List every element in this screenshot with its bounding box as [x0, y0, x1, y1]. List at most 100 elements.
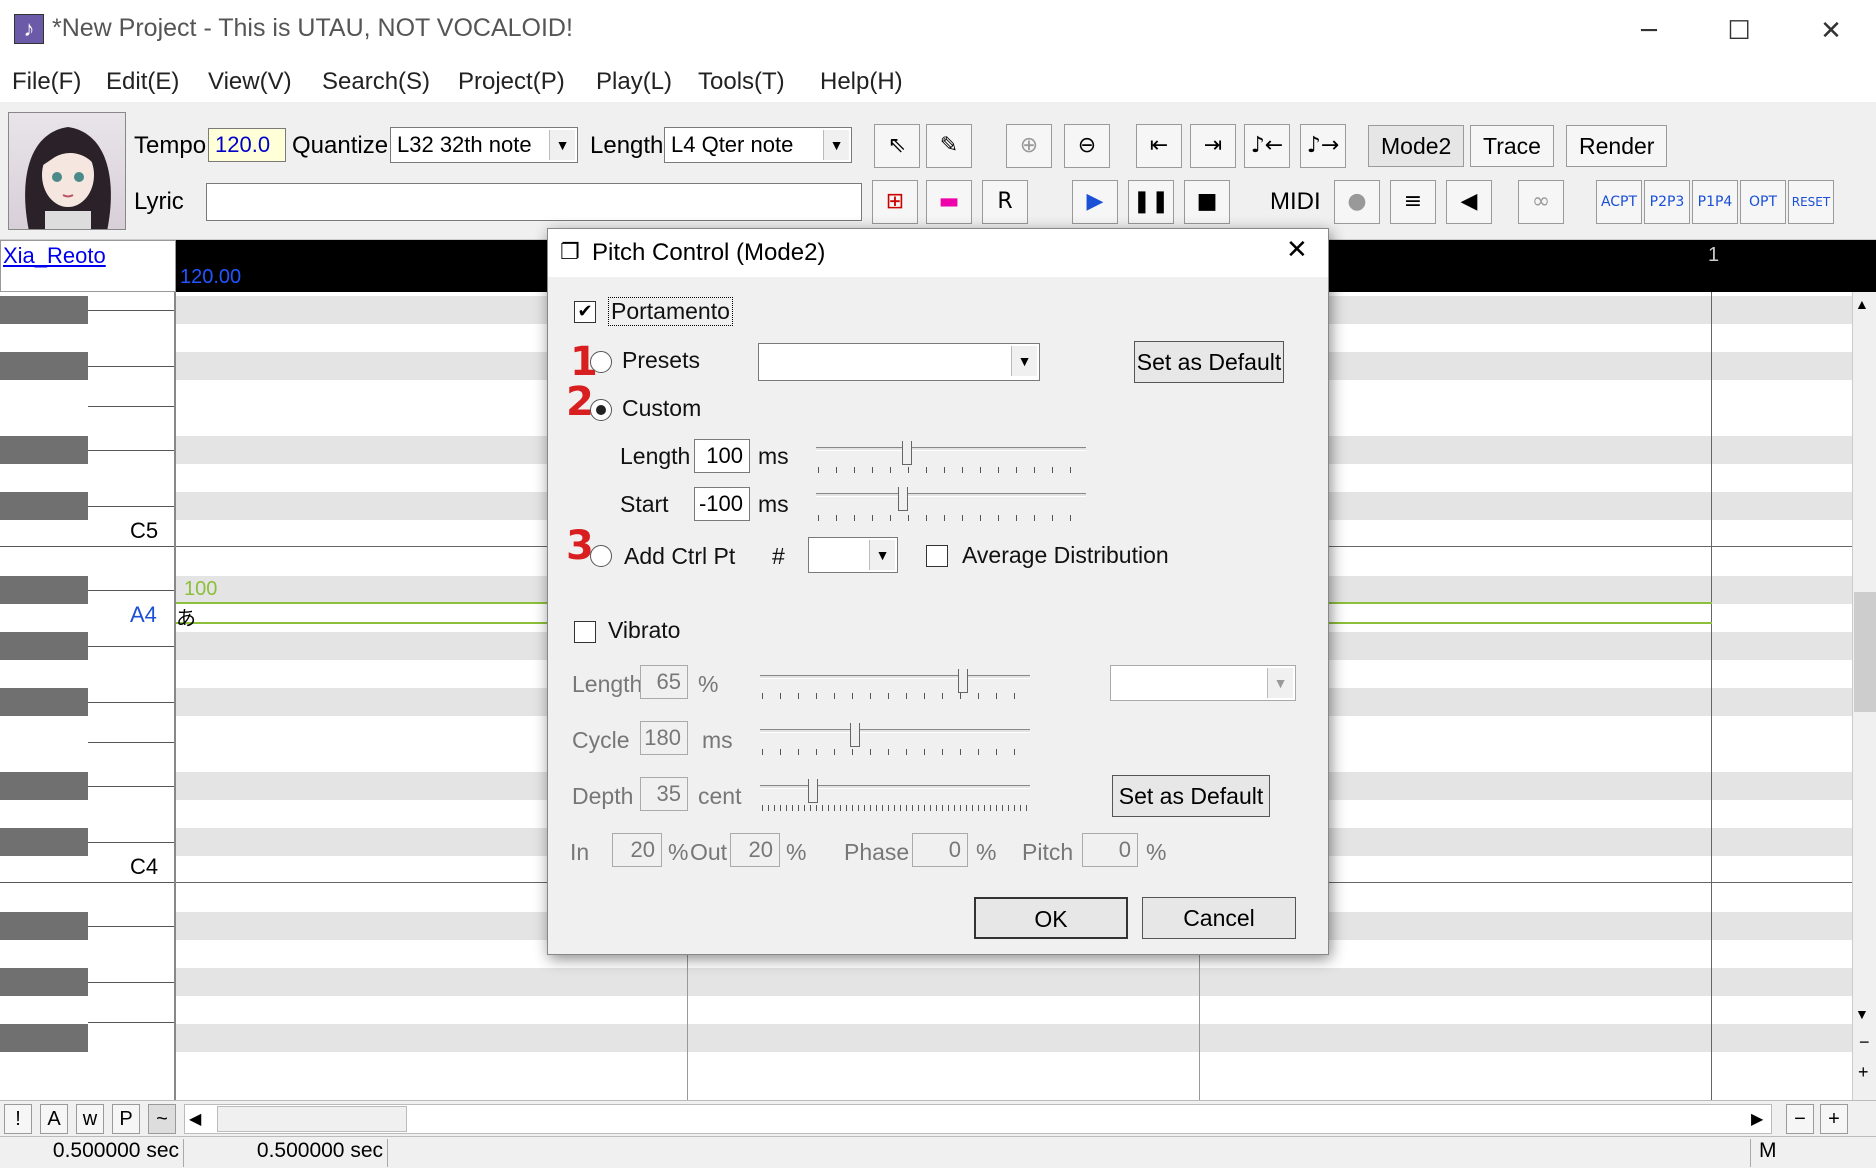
scroll-up-icon[interactable]: ▲ [1855, 296, 1869, 312]
reset-button[interactable]: RESET [1788, 180, 1834, 224]
p2p3-button[interactable]: P2P3 [1644, 180, 1690, 224]
pencil-tool-button[interactable]: ✎ [926, 124, 972, 168]
menu-view[interactable]: View(V) [208, 68, 292, 96]
bottom-button-a[interactable]: A [40, 1104, 68, 1134]
presets-select[interactable]: ▼ [758, 343, 1040, 381]
shrink-button[interactable]: ♪← [1244, 124, 1290, 168]
menu-tools[interactable]: Tools(T) [698, 68, 785, 96]
custom-label: Custom [622, 395, 702, 421]
scroll-right-icon[interactable]: ▶ [1751, 1109, 1763, 1129]
grid-row [176, 968, 1852, 996]
out-input[interactable]: 20 [730, 833, 780, 867]
bottom-button-p[interactable]: P [112, 1104, 140, 1134]
porta-start-input[interactable]: -100 [694, 487, 750, 521]
insert-rest-button[interactable]: ▬ [926, 180, 972, 224]
dialog-close-button[interactable]: ✕ [1286, 235, 1308, 265]
play-button[interactable]: ▶ [1072, 180, 1118, 224]
cycle-thumb[interactable] [850, 723, 860, 747]
vibrato-length-slider[interactable] [760, 675, 1030, 679]
maximize-button[interactable]: ☐ [1702, 8, 1776, 54]
menu-file[interactable]: File(F) [12, 68, 81, 96]
menu-search[interactable]: Search(S) [322, 68, 430, 96]
porta-start-slider[interactable] [816, 493, 1086, 497]
minimize-button[interactable]: ─ [1612, 8, 1686, 54]
pitch-input[interactable]: 0 [1082, 833, 1138, 867]
custom-radio[interactable] [590, 399, 612, 421]
bottom-button-w[interactable]: w [76, 1104, 104, 1134]
depth-thumb[interactable] [808, 779, 818, 803]
ctrl-count-select[interactable]: ▼ [808, 537, 898, 573]
singer-name[interactable]: Xia_Reoto [0, 240, 176, 292]
lyric-input[interactable] [206, 183, 862, 221]
piano-keys[interactable]: C5 A4 C4 [0, 292, 176, 1100]
vertical-scrollbar[interactable]: ▲ ▼ − + [1852, 292, 1876, 1100]
render-button[interactable]: Render [1566, 125, 1668, 167]
trace-button[interactable]: Trace [1470, 125, 1554, 167]
add-ctrl-radio[interactable] [590, 545, 612, 567]
opt-button[interactable]: OPT [1740, 180, 1786, 224]
portamento-label[interactable]: Portamento [608, 297, 733, 326]
phase-label: Phase [844, 839, 910, 865]
vibrato-set-default-button[interactable]: Set as Default [1112, 775, 1270, 817]
midi-settings-button[interactable]: ≡ [1390, 180, 1436, 224]
jump-end-button[interactable]: ⇥ [1190, 124, 1236, 168]
average-distribution-checkbox[interactable] [926, 545, 948, 567]
porta-length-thumb[interactable] [902, 441, 912, 465]
mode2-button[interactable]: Mode2 [1368, 125, 1465, 167]
stop-button[interactable]: ■ [1184, 180, 1230, 224]
zoom-horizontal-minus[interactable]: − [1786, 1104, 1814, 1134]
pointer-tool-button[interactable]: ⇖ [874, 124, 920, 168]
cycle-slider[interactable] [760, 729, 1030, 733]
vibrato-length-input[interactable]: 65 [640, 665, 688, 699]
bottom-button-tilde[interactable]: ~ [148, 1104, 176, 1134]
length-select[interactable]: L4 Qter note ▼ [664, 127, 852, 163]
tempo-input[interactable]: 120.0 [208, 128, 286, 162]
scroll-down-icon[interactable]: ▼ [1855, 1006, 1869, 1022]
bottom-button-exclaim[interactable]: ! [4, 1104, 32, 1134]
zoom-out-button[interactable]: ⊖ [1064, 124, 1110, 168]
menu-help[interactable]: Help(H) [820, 68, 903, 96]
presets-set-default-button[interactable]: Set as Default [1134, 341, 1284, 383]
vibrato-length-thumb[interactable] [958, 669, 968, 693]
in-input[interactable]: 20 [612, 833, 662, 867]
menu-play[interactable]: Play(L) [596, 68, 672, 96]
insert-r-button[interactable]: R [982, 180, 1028, 224]
scroll-thumb[interactable] [1854, 592, 1876, 712]
jump-start-button[interactable]: ⇤ [1136, 124, 1182, 168]
zoom-in-button[interactable]: ⊕ [1006, 124, 1052, 168]
porta-length-input[interactable]: 100 [694, 439, 750, 473]
zoom-vertical-plus[interactable]: + [1858, 1062, 1869, 1083]
close-button[interactable]: ✕ [1794, 8, 1868, 54]
loop-button[interactable]: ∞ [1518, 180, 1564, 224]
porta-start-thumb[interactable] [898, 487, 908, 511]
singer-avatar[interactable] [8, 112, 126, 230]
menu-project[interactable]: Project(P) [458, 68, 565, 96]
zoom-horizontal-plus[interactable]: + [1820, 1104, 1848, 1134]
vibrato-length-label: Length [572, 671, 643, 697]
presets-radio[interactable] [590, 351, 612, 373]
midi-rewind-button[interactable]: ◀ [1446, 180, 1492, 224]
stretch-button[interactable]: ♪→ [1300, 124, 1346, 168]
ok-button[interactable]: OK [974, 897, 1128, 939]
vibrato-preset-select[interactable]: ▼ [1110, 665, 1296, 701]
scroll-left-icon[interactable]: ◀ [189, 1109, 201, 1129]
cycle-input[interactable]: 180 [640, 721, 688, 755]
menu-edit[interactable]: Edit(E) [106, 68, 179, 96]
depth-input[interactable]: 35 [640, 777, 688, 811]
insert-note-button[interactable]: ⊞ [872, 180, 918, 224]
vibrato-checkbox[interactable] [574, 621, 596, 643]
pause-button[interactable]: ❚❚ [1128, 180, 1174, 224]
cancel-button[interactable]: Cancel [1142, 897, 1296, 939]
quantize-select[interactable]: L32 32th note ▼ [390, 127, 578, 163]
porta-length-slider[interactable] [816, 447, 1086, 451]
horizontal-scrollbar[interactable]: ◀ ▶ [184, 1104, 1772, 1134]
depth-slider[interactable] [760, 785, 1030, 789]
portamento-checkbox[interactable]: ✔ [574, 301, 596, 323]
phase-input[interactable]: 0 [912, 833, 968, 867]
midi-record-button[interactable]: ● [1334, 180, 1380, 224]
zoom-vertical-minus[interactable]: − [1859, 1032, 1870, 1053]
acpt-button[interactable]: ACPT [1596, 180, 1642, 224]
horizontal-scroll-thumb[interactable] [217, 1106, 407, 1132]
p1p4-button[interactable]: P1P4 [1692, 180, 1738, 224]
key-divider [88, 702, 174, 703]
